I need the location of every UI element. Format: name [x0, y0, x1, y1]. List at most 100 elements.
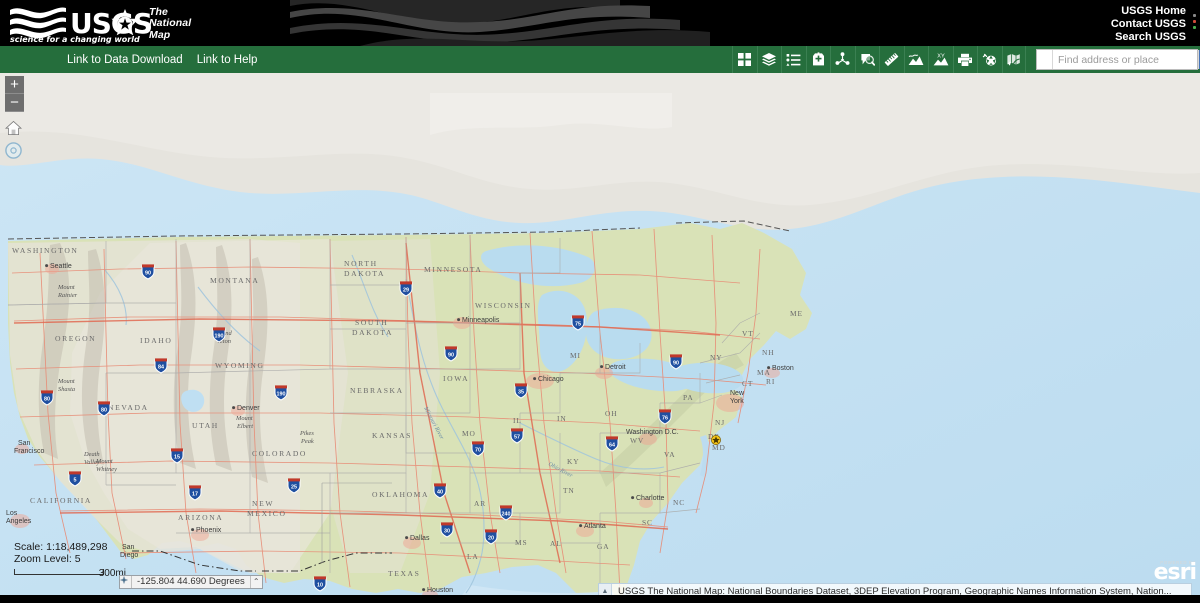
map-label-city: Houston — [427, 587, 453, 594]
search-mode-icon[interactable] — [1037, 50, 1053, 69]
map-city-dot — [191, 528, 194, 531]
map-label-state: MONTANA — [210, 276, 259, 285]
share-social-icon — [982, 52, 997, 67]
map-label-state-abbr: PA — [683, 393, 694, 402]
map-label-city: York — [730, 398, 744, 405]
map-label-state-abbr: GA — [597, 542, 609, 551]
map-label-peak: Mount — [57, 378, 75, 385]
map-label-city: Francisco — [14, 448, 44, 455]
map-label-peak: Peak — [300, 438, 314, 445]
coordinate-mode-icon[interactable] — [120, 576, 132, 588]
map-label-state-abbr: NH — [762, 348, 774, 357]
map-label-city: Washington D.C. — [626, 429, 679, 436]
zoom-out-button[interactable]: − — [5, 94, 24, 112]
home-icon — [5, 120, 22, 136]
xy-coordinates-button[interactable]: XY — [928, 46, 953, 73]
share-node-button[interactable] — [830, 46, 855, 73]
search-input[interactable] — [1053, 50, 1198, 69]
print-button[interactable] — [953, 46, 978, 73]
svg-text:64: 64 — [609, 442, 615, 448]
map-label-state: CALIFORNIA — [30, 496, 92, 505]
map-label-state: NEW — [252, 499, 274, 508]
map-label-peak: Mount — [57, 284, 75, 291]
share-node-icon — [835, 52, 850, 67]
map-label-state: NORTH — [344, 259, 378, 268]
link-usgs-home[interactable]: USGS Home — [1111, 5, 1186, 18]
map-label-state-abbr: NC — [673, 498, 685, 507]
link-search-usgs[interactable]: Search USGS — [1111, 31, 1186, 44]
map-label-state: KANSAS — [372, 431, 412, 440]
link-to-data-download[interactable]: Link to Data Download — [67, 54, 183, 66]
home-button[interactable] — [5, 120, 24, 138]
zoom-in-button[interactable]: + — [5, 76, 24, 94]
svg-text:90: 90 — [448, 352, 454, 358]
map-city-dot — [405, 536, 408, 539]
map-label-city: Atlanta — [584, 523, 606, 530]
header-wave-graphic — [290, 0, 710, 46]
map-label-state-abbr: NJ — [715, 418, 725, 427]
map-label-city: Detroit — [605, 364, 626, 371]
map-label-state-abbr: WV — [630, 436, 644, 445]
map-label-state: MINNESOTA — [424, 265, 483, 274]
app-toolbar: Link to Data Download Link to Help — [0, 46, 1200, 73]
svg-text:35: 35 — [518, 389, 524, 395]
map-label-state-abbr: IN — [557, 414, 567, 423]
add-data-button[interactable] — [806, 46, 831, 73]
share-social-button[interactable] — [977, 46, 1002, 73]
add-data-icon — [811, 52, 826, 67]
map-label-city: San — [122, 544, 135, 551]
map-label-state-abbr: SC — [642, 518, 653, 527]
map-label-state-abbr: NY — [710, 353, 722, 362]
map-label-city: San — [18, 440, 31, 447]
legend-button[interactable] — [781, 46, 806, 73]
basemap-gallery-icon — [737, 52, 752, 67]
svg-text:75: 75 — [575, 321, 581, 327]
washington-dc-capital-marker[interactable] — [711, 435, 720, 444]
map-city-dot — [45, 264, 48, 267]
map-label-peak: Elbert — [236, 423, 253, 430]
coordinate-widget[interactable]: -125.804 44.690 Degrees ⌃ — [119, 575, 263, 589]
scale-text: Scale: 1:18,489,298 — [14, 541, 107, 553]
basemap-gallery-button[interactable] — [732, 46, 757, 73]
map-label-city: Chicago — [538, 376, 564, 383]
svg-text:76: 76 — [662, 415, 668, 421]
markup-map-icon — [1006, 52, 1021, 67]
svg-text:70: 70 — [475, 447, 481, 453]
svg-text:5: 5 — [74, 477, 77, 483]
map-label-state-abbr: VT — [742, 329, 754, 338]
map-label-state: MEXICO — [247, 509, 287, 518]
svg-text:29: 29 — [403, 287, 409, 293]
locate-crosshair-icon — [4, 141, 23, 160]
layer-list-button[interactable] — [757, 46, 782, 73]
map-city-dot — [232, 406, 235, 409]
locate-button[interactable] — [4, 141, 25, 162]
esri-logo: POWERED BY esri — [1154, 560, 1196, 583]
map-label-city: Minneapolis — [462, 317, 500, 324]
map-label-state: WISCONSIN — [475, 301, 532, 310]
markup-button[interactable] — [1002, 46, 1027, 73]
map-city-dot — [533, 377, 536, 380]
print-icon — [957, 53, 973, 67]
svg-text:57: 57 — [514, 434, 520, 440]
svg-text:40: 40 — [437, 489, 443, 495]
search-box[interactable] — [1036, 49, 1198, 70]
coordinate-expand-button[interactable]: ⌃ — [250, 576, 262, 588]
browser-menu-dots[interactable] — [1193, 14, 1198, 32]
find-data-button[interactable] — [855, 46, 880, 73]
measure-button[interactable] — [879, 46, 904, 73]
map-label-state-abbr: LA — [467, 552, 479, 561]
map-label-peak: Death — [83, 451, 100, 458]
zoom-control[interactable]: + − — [5, 76, 24, 112]
link-to-help[interactable]: Link to Help — [197, 54, 258, 66]
scale-bar-graphic — [14, 569, 104, 575]
elevation-profile-button[interactable] — [904, 46, 929, 73]
map-canvas[interactable]: WASHINGTONMONTANANORTHDAKOTAMINNESOTAWIS… — [0, 73, 1200, 603]
the-national-map-logo[interactable]: The National Map — [108, 5, 278, 43]
map-label-peak: Mount — [235, 415, 253, 422]
svg-text:17: 17 — [192, 491, 198, 497]
map-label-state: ARIZONA — [178, 513, 223, 522]
link-contact-usgs[interactable]: Contact USGS — [1111, 18, 1186, 31]
esri-wordmark: esri — [1154, 562, 1196, 583]
svg-text:10: 10 — [317, 582, 323, 588]
scale-indicator: Scale: 1:18,489,298 Zoom Level: 5 300mi — [14, 541, 107, 581]
